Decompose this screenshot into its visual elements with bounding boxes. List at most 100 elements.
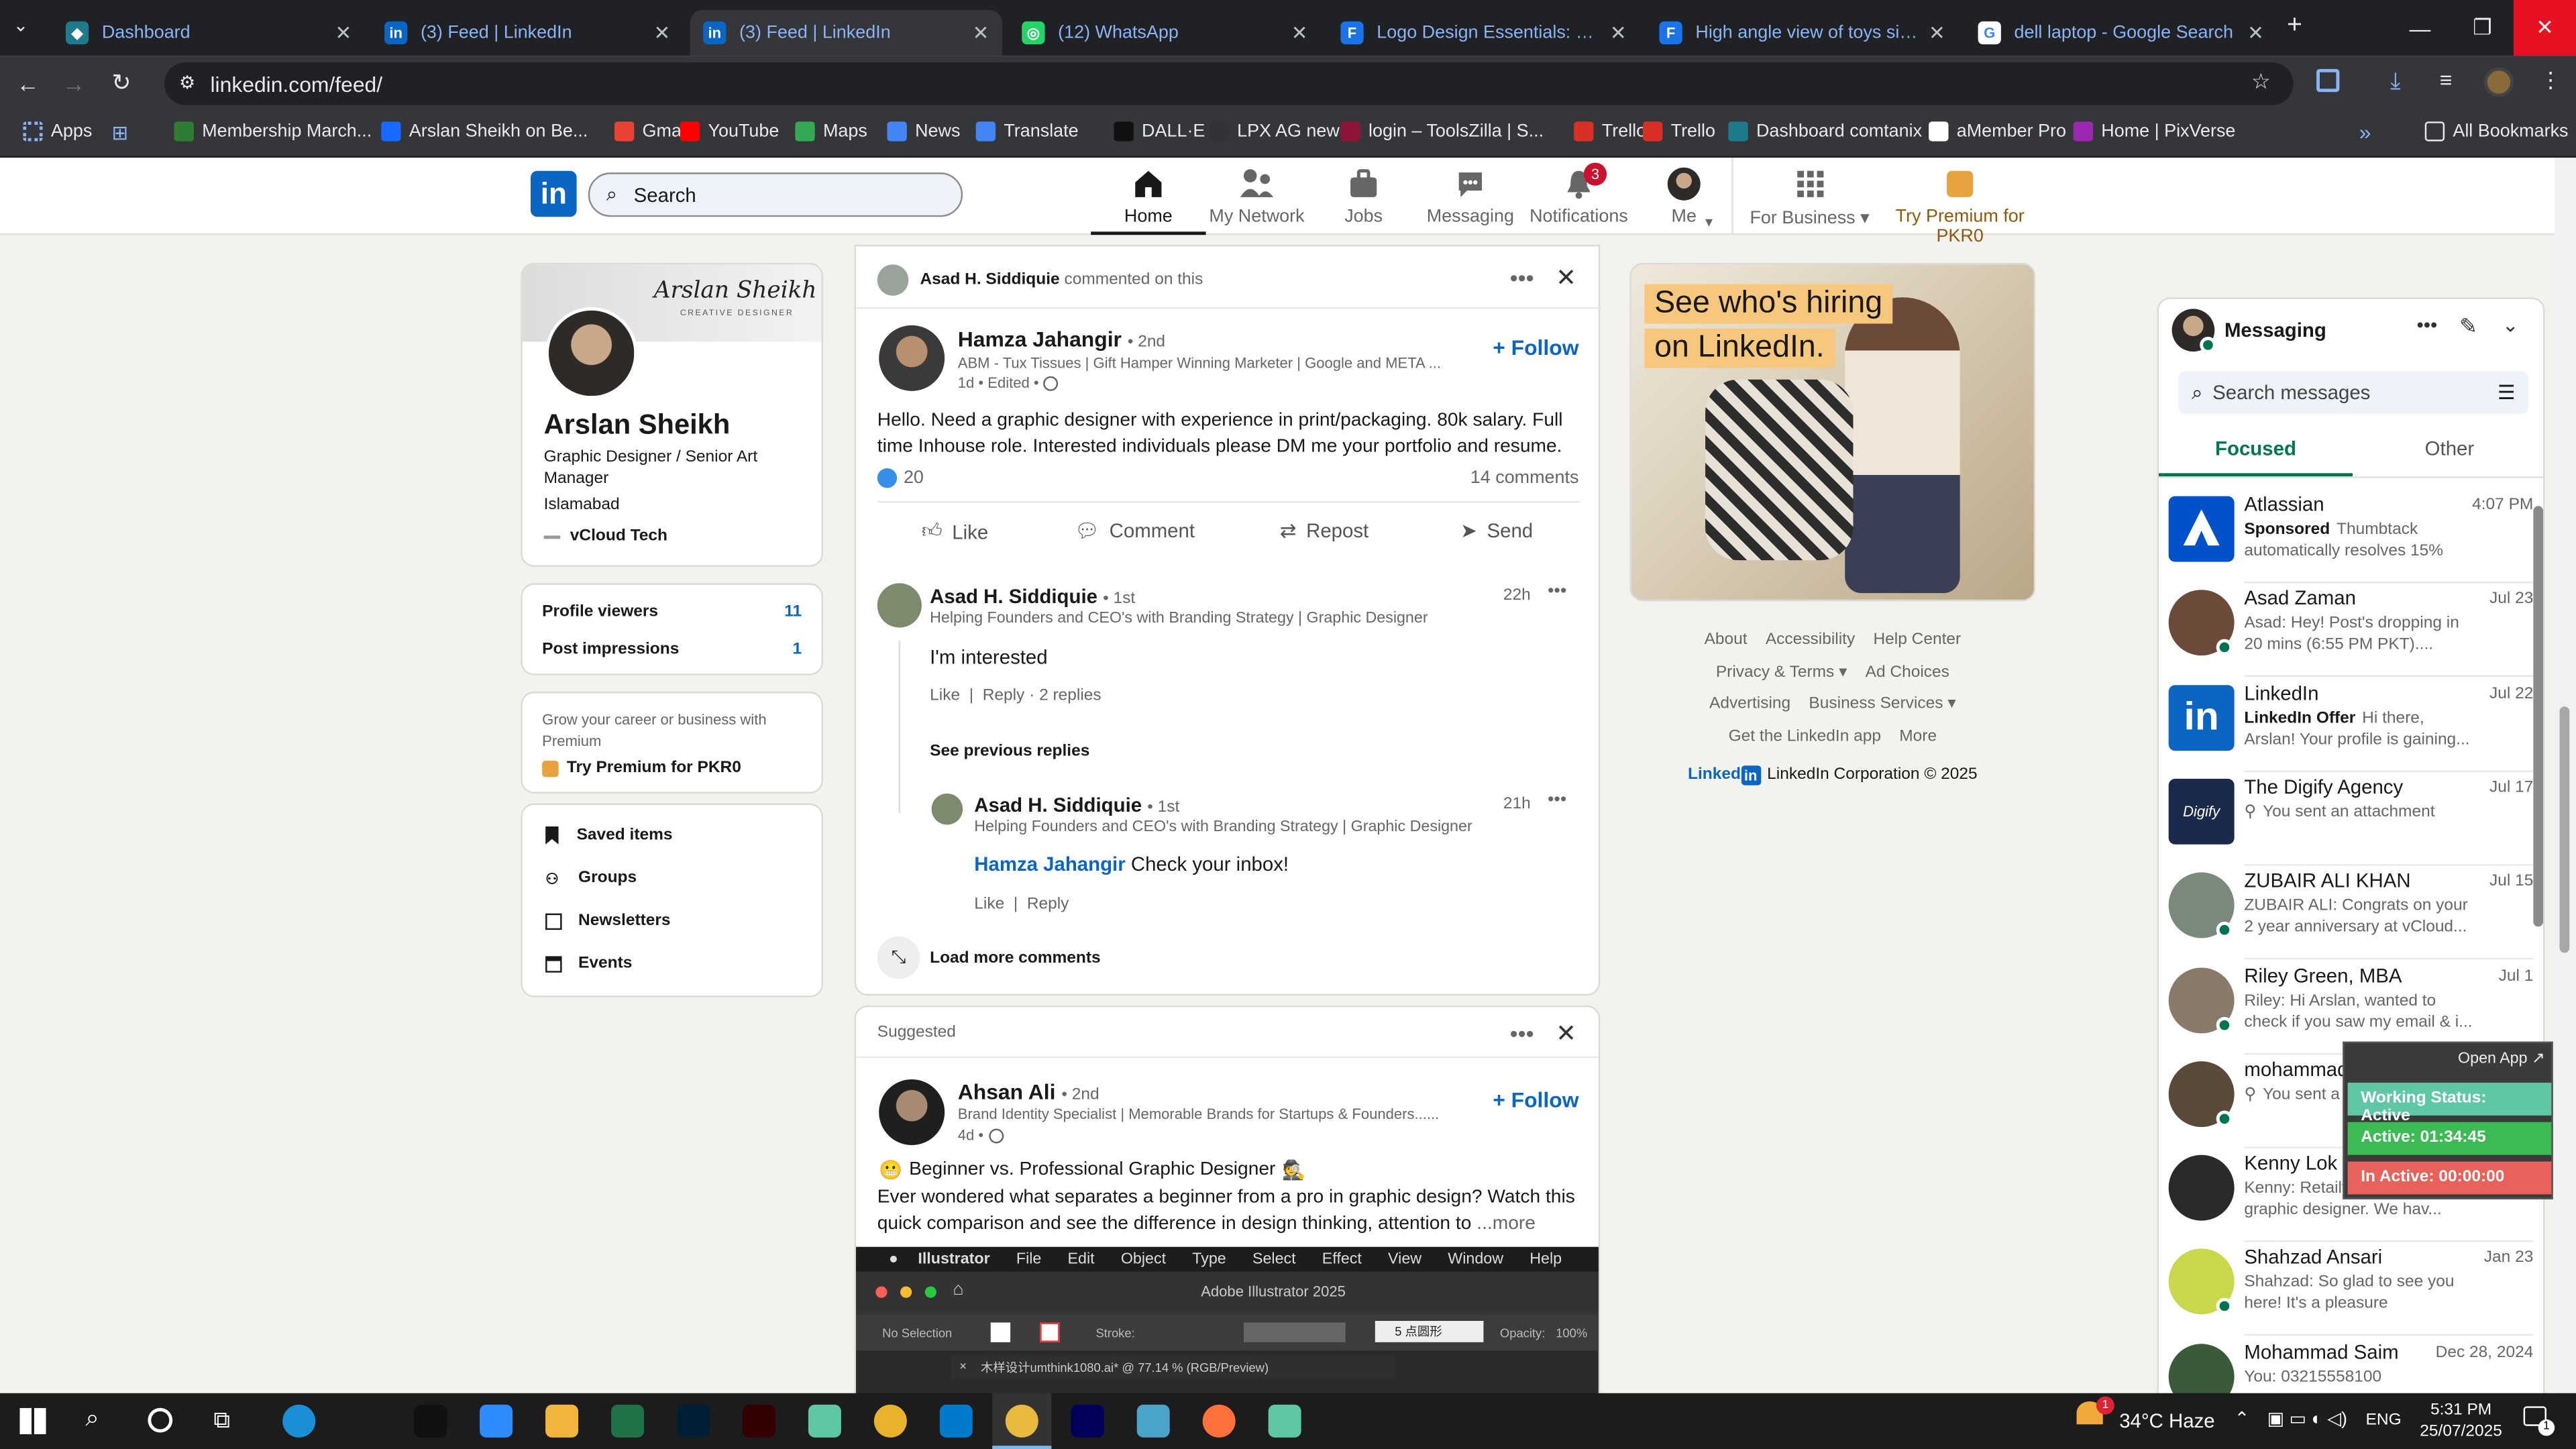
filter-icon[interactable]: ☰ xyxy=(2498,381,2515,404)
expand-icon[interactable]: ⤡ xyxy=(877,936,920,979)
author-name[interactable]: Hamza Jahangir xyxy=(958,327,1122,352)
reply-avatar[interactable] xyxy=(931,793,963,825)
newsletters-link[interactable]: Newsletters xyxy=(545,912,671,930)
bookmark-item[interactable]: Apps xyxy=(23,121,92,142)
page-scrollbar[interactable] xyxy=(2559,706,2570,953)
new-tab-button[interactable]: + xyxy=(2287,11,2302,41)
conversation-item[interactable]: Digify The Digify Agency Jul 17 ⚲ You sent a… xyxy=(2159,772,2543,866)
chat-app-icon[interactable] xyxy=(1268,1404,1301,1438)
messaging-title[interactable]: Messaging xyxy=(2224,319,2326,341)
tab-close-icon[interactable]: ✕ xyxy=(1291,21,1308,44)
open-app-link[interactable]: Open App ↗ xyxy=(2458,1050,2544,1068)
commenter-avatar[interactable] xyxy=(877,583,922,628)
conversation-item[interactable]: Asad Zaman Jul 23 Asad: Hey! Post's droppi… xyxy=(2159,584,2543,678)
send-button[interactable]: ➤ Send xyxy=(1460,519,1533,542)
bookmark-item[interactable]: DALL·E 2 xyxy=(1114,121,1220,142)
tab-search-icon[interactable]: ⌄ xyxy=(13,15,29,36)
browser-tab[interactable]: in (3) Feed | LinkedIn ✕ xyxy=(371,10,683,56)
like-button[interactable]: 👍︎ Like xyxy=(922,519,988,544)
tab-other[interactable]: Other xyxy=(2353,437,2543,460)
browser-tab[interactable]: F Logo Design Essentials: What E ✕ xyxy=(1328,10,1640,56)
forward-icon[interactable]: → xyxy=(62,70,85,97)
dismiss-post-icon[interactable]: ✕ xyxy=(1556,1018,1576,1049)
bookmark-item[interactable]: YouTube xyxy=(680,121,779,142)
video-player[interactable]: ● Illustrator File Edit Object Type Select Eff… xyxy=(855,1246,1599,1415)
zoom-icon[interactable] xyxy=(480,1404,513,1438)
post-impressions-label[interactable]: Post impressions xyxy=(542,641,679,659)
conversation-item[interactable]: Riley Green, MBA Jul 1 Riley: Hi Arslan, w… xyxy=(2159,960,2543,1055)
minimize-button[interactable]: — xyxy=(2389,0,2451,56)
bookmark-item[interactable]: Arslan Sheikh on Be... xyxy=(381,121,588,142)
load-more-comments[interactable]: Load more comments xyxy=(930,950,1101,968)
tab-close-icon[interactable]: ✕ xyxy=(1610,21,1627,44)
excel-icon[interactable] xyxy=(611,1404,645,1438)
nav-me[interactable]: Me ▾ xyxy=(1627,167,1741,230)
see-previous-replies[interactable]: See previous replies xyxy=(930,743,1089,761)
bookmark-item[interactable]: login – ToolsZilla | S... xyxy=(1340,121,1544,142)
site-info-icon[interactable]: ⚙ xyxy=(179,72,195,93)
search-input[interactable]: ⌕ Search xyxy=(588,172,963,217)
firefox-icon[interactable] xyxy=(1202,1404,1236,1438)
profile-name[interactable]: Arslan Sheikh xyxy=(544,409,731,442)
close-window-button[interactable]: ✕ xyxy=(2513,0,2576,56)
linkedin-logo[interactable]: in xyxy=(531,170,577,217)
clock[interactable]: 5:31 PM 25/07/2025 xyxy=(2415,1400,2507,1443)
context-avatar[interactable] xyxy=(877,264,909,296)
nav-home[interactable]: Home xyxy=(1091,168,1206,235)
messaging-menu-icon[interactable]: ••• xyxy=(2416,314,2437,337)
bookmark-item[interactable]: Trello xyxy=(1574,121,1646,142)
profile-photo[interactable] xyxy=(545,307,638,400)
illustrator-icon[interactable] xyxy=(742,1404,775,1438)
comment-button[interactable]: 💬︎ Comment xyxy=(1075,519,1195,542)
conversation-item[interactable]: Mohammad Saim Dec 28, 2024 You: 0321555810… xyxy=(2159,1337,2543,1397)
chat-app-icon[interactable] xyxy=(808,1404,841,1438)
chrome-icon[interactable] xyxy=(873,1404,907,1438)
tab-focused[interactable]: Focused xyxy=(2159,437,2353,460)
post-menu-icon[interactable]: ••• xyxy=(1510,1020,1534,1046)
premium-link[interactable]: Try Premium for PKR0 xyxy=(1878,168,2042,246)
edge-icon[interactable] xyxy=(282,1404,316,1438)
nav-notifications[interactable]: 3 Notifications xyxy=(1521,162,1636,227)
browser-menu-icon[interactable]: ⋮ xyxy=(2540,67,2561,93)
post-menu-icon[interactable]: ••• xyxy=(1510,264,1534,290)
bookmark-item[interactable]: Dashboard comtanix xyxy=(1728,121,1922,142)
for-business-menu[interactable]: For Business ▾ xyxy=(1748,168,1872,228)
events-link[interactable]: Events xyxy=(545,955,632,973)
comments-count[interactable]: 14 comments xyxy=(1470,468,1579,488)
media-icon[interactable]: ≡ xyxy=(2440,67,2453,92)
extension-icon[interactable] xyxy=(2316,68,2340,93)
nav-jobs[interactable]: Jobs xyxy=(1306,168,1421,227)
follow-button[interactable]: + Follow xyxy=(1493,335,1578,360)
reply-menu-icon[interactable]: ••• xyxy=(1548,790,1566,810)
comment-reply[interactable]: Reply xyxy=(983,687,1025,705)
tab-close-icon[interactable]: ✕ xyxy=(1929,21,1945,44)
reload-icon[interactable]: ↻ xyxy=(112,69,131,97)
nav-my-network[interactable]: My Network xyxy=(1199,168,1314,227)
profile-viewers-label[interactable]: Profile viewers xyxy=(542,603,658,621)
bookmark-item[interactable]: Gmail xyxy=(614,121,690,142)
bookmark-item[interactable]: Home | PixVerse xyxy=(2073,121,2235,142)
author-avatar[interactable] xyxy=(879,1079,945,1145)
photoshop-icon[interactable] xyxy=(676,1404,710,1438)
message-search-input[interactable]: ⌕ Search messages ☰ xyxy=(2178,371,2529,415)
reaction-count[interactable]: 20 xyxy=(877,468,924,488)
file-explorer-icon[interactable] xyxy=(545,1404,579,1438)
comment-like[interactable]: Like xyxy=(930,687,960,705)
messaging-scrollbar[interactable] xyxy=(2533,506,2544,927)
language-indicator[interactable]: ENG xyxy=(2366,1411,2402,1430)
comment-menu-icon[interactable]: ••• xyxy=(1548,582,1566,601)
address-bar[interactable]: ⚙ linkedin.com/feed/ ☆ xyxy=(164,62,2294,105)
conversation-item[interactable]: in LinkedIn Jul 22 LinkedIn Offer Hi there, … xyxy=(2159,678,2543,772)
tab-close-icon[interactable]: ✕ xyxy=(335,21,352,44)
terminal-icon[interactable] xyxy=(414,1404,447,1438)
back-icon[interactable]: ← xyxy=(16,70,39,97)
all-bookmarks[interactable]: All Bookmarks xyxy=(2424,121,2569,142)
profile-avatar[interactable] xyxy=(2483,67,2514,97)
vscode-icon[interactable] xyxy=(939,1404,973,1438)
bookmark-item[interactable]: Membership March... xyxy=(174,121,372,142)
repost-button[interactable]: ⇄ Repost xyxy=(1280,519,1368,542)
start-icon[interactable] xyxy=(19,1407,46,1434)
restore-button[interactable]: ❐ xyxy=(2451,0,2514,56)
tray-expand-icon[interactable]: ⌃ xyxy=(2235,1408,2250,1429)
bookmark-item[interactable]: LPX AG new xyxy=(1209,121,1340,142)
